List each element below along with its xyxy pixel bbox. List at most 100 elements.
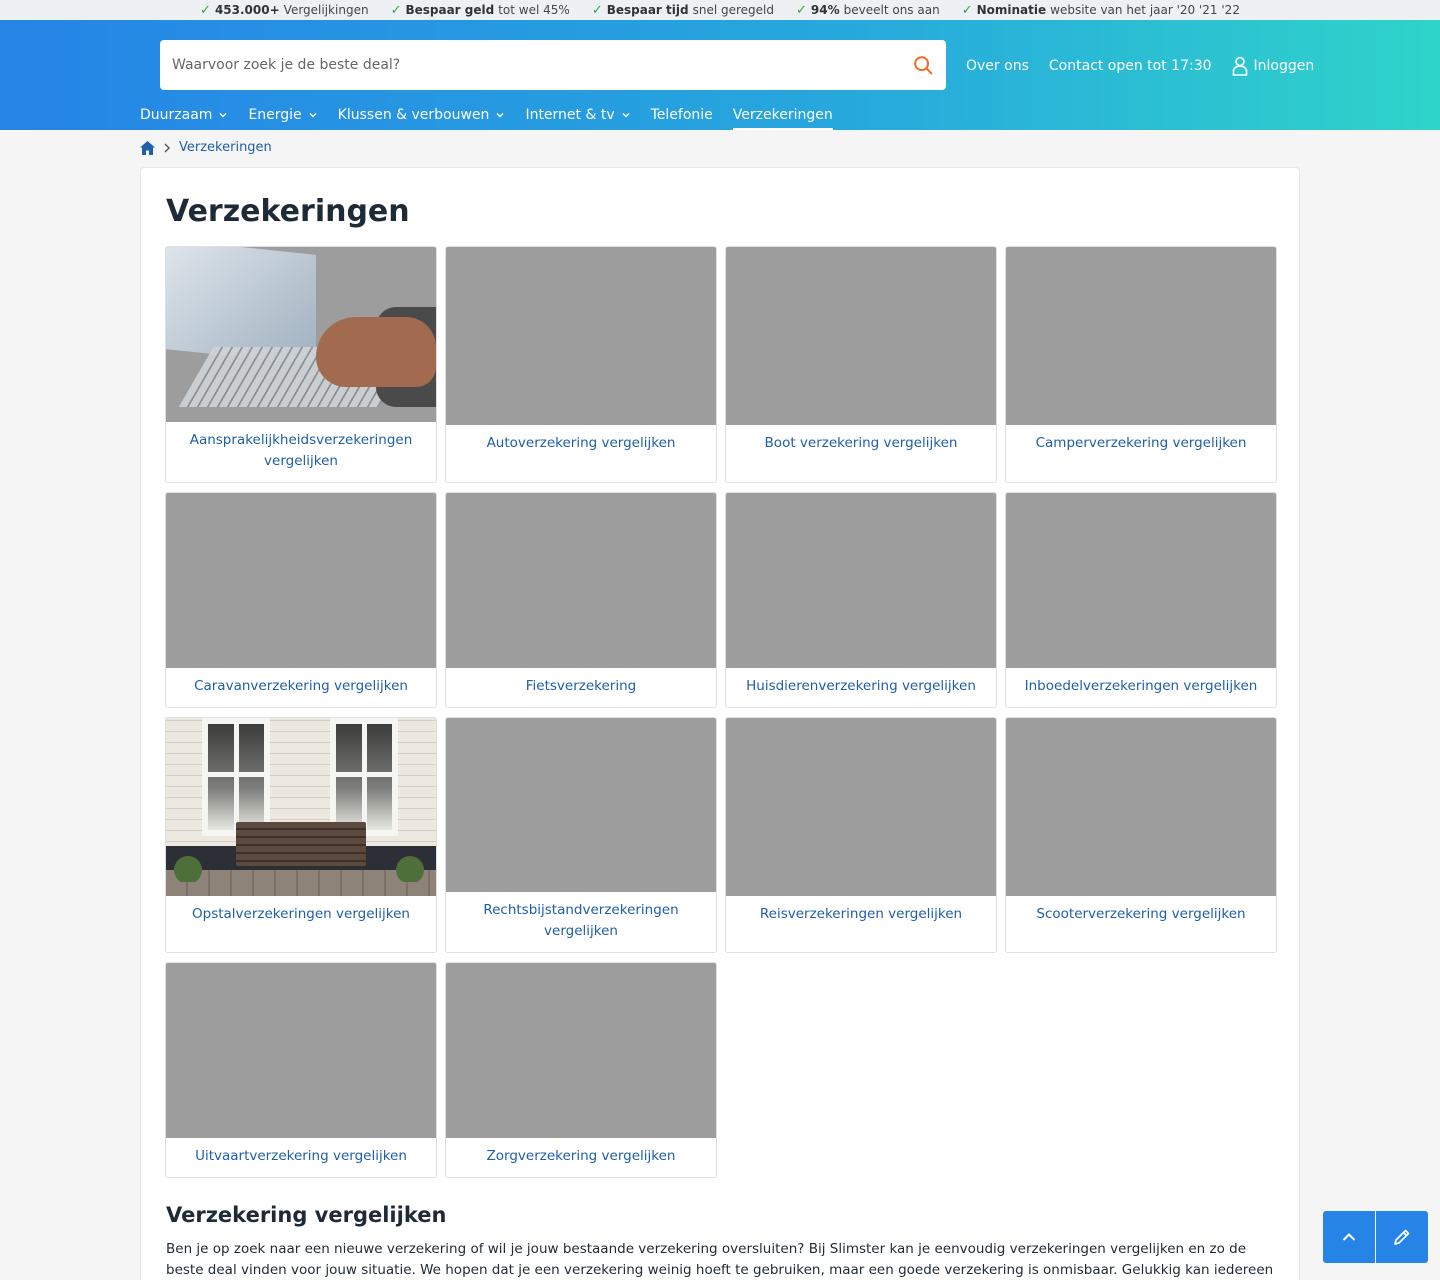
search-input[interactable] xyxy=(172,57,912,73)
nav-item-klussen-verbouwen[interactable]: Klussen & verbouwen xyxy=(338,100,506,130)
check-icon: ✓ xyxy=(796,2,807,18)
usp-item: ✓ 453.000+ Vergelijkingen xyxy=(200,3,369,18)
card-image-placeholder xyxy=(166,963,436,1138)
card-title[interactable]: Rechtsbijstandverzekeringen vergelijken xyxy=(446,892,716,952)
card-title[interactable]: Huisdierenverzekering vergelijken xyxy=(726,668,996,707)
insurance-card[interactable]: Fietsverzekering xyxy=(445,492,717,708)
nav-item-duurzaam[interactable]: Duurzaam xyxy=(140,100,228,130)
edit-button[interactable] xyxy=(1376,1211,1428,1263)
insurance-card[interactable]: Inboedelverzekeringen vergelijken xyxy=(1005,492,1277,708)
site-header: Over ons Contact open tot 17:30 Inloggen… xyxy=(0,20,1440,130)
content-panel: Verzekeringen Aansprakelijkheidsverzeker… xyxy=(140,167,1300,1280)
card-title[interactable]: Boot verzekering vergelijken xyxy=(726,425,996,464)
nav-item-label: Internet & tv xyxy=(525,107,615,123)
usp-item: ✓ Bespaar geld tot wel 45% xyxy=(391,3,570,18)
card-image-laptop xyxy=(166,247,436,422)
card-title[interactable]: Caravanverzekering vergelijken xyxy=(166,668,436,707)
card-image-placeholder xyxy=(726,493,996,668)
chevron-down-icon xyxy=(219,113,227,118)
card-title[interactable]: Scooterverzekering vergelijken xyxy=(1006,896,1276,935)
nav-item-label: Energie xyxy=(248,107,302,123)
card-title[interactable]: Inboedelverzekeringen vergelijken xyxy=(1006,668,1276,707)
usp-text: snel geregeld xyxy=(692,3,774,17)
chevron-up-icon xyxy=(1342,1233,1356,1241)
usp-bold: 453.000+ xyxy=(214,3,280,17)
nav-item-telefonie[interactable]: Telefonie xyxy=(651,100,713,130)
usp-bar: ✓ 453.000+ Vergelijkingen ✓ Bespaar geld tot … xyxy=(0,0,1440,20)
card-image-placeholder xyxy=(1006,247,1276,425)
usp-bold: 94% xyxy=(810,3,840,17)
usp-bold: Nominatie xyxy=(976,3,1047,17)
insurance-grid: Aansprakelijkheidsverzekeringen vergelij… xyxy=(165,246,1277,1187)
card-image-placeholder xyxy=(446,718,716,892)
nav-item-label: Klussen & verbouwen xyxy=(337,107,490,123)
insurance-card[interactable]: Uitvaartverzekering vergelijken xyxy=(165,962,437,1178)
usp-text: tot wel 45% xyxy=(498,3,570,17)
chevron-down-icon xyxy=(309,113,317,118)
insurance-card[interactable]: Huisdierenverzekering vergelijken xyxy=(725,492,997,708)
card-title[interactable]: Reisverzekeringen vergelijken xyxy=(726,896,996,935)
nav-item-label: Verzekeringen xyxy=(732,107,833,123)
usp-text: Vergelijkingen xyxy=(283,3,369,17)
home-icon[interactable] xyxy=(140,140,155,155)
usp-text: beveelt ons aan xyxy=(843,3,940,17)
card-image-placeholder xyxy=(446,493,716,668)
main-nav: Duurzaam Energie Klussen & verbouwen Intern… xyxy=(140,100,833,130)
insurance-card[interactable]: Scooterverzekering vergelijken xyxy=(1005,717,1277,953)
usp-text: website van het jaar '20 '21 '22 xyxy=(1050,3,1240,17)
nav-item-label: Duurzaam xyxy=(140,107,213,123)
card-image-placeholder xyxy=(166,493,436,668)
section-text: Ben je op zoek naar een nieuwe verzekeri… xyxy=(166,1241,1274,1278)
card-image-placeholder xyxy=(446,963,716,1138)
card-title[interactable]: Camperverzekering vergelijken xyxy=(1006,425,1276,464)
insurance-card[interactable]: Rechtsbijstandverzekeringen vergelijken xyxy=(445,717,717,953)
insurance-card[interactable]: Aansprakelijkheidsverzekeringen vergelij… xyxy=(165,246,437,483)
check-icon: ✓ xyxy=(961,2,973,18)
card-title[interactable]: Fietsverzekering xyxy=(446,668,716,707)
check-icon: ✓ xyxy=(591,2,603,18)
chevron-down-icon xyxy=(622,113,630,118)
card-image-placeholder xyxy=(1006,718,1276,896)
chevron-down-icon xyxy=(496,113,504,118)
card-image-placeholder xyxy=(1006,493,1276,668)
insurance-card[interactable]: Caravanverzekering vergelijken xyxy=(165,492,437,708)
card-title[interactable]: Uitvaartverzekering vergelijken xyxy=(166,1138,436,1177)
user-icon xyxy=(1232,56,1247,76)
nav-item-verzekeringen[interactable]: Verzekeringen xyxy=(732,100,833,130)
check-icon: ✓ xyxy=(390,2,402,18)
about-link[interactable]: Over ons xyxy=(966,58,1029,74)
contact-link[interactable]: Contact open tot 17:30 xyxy=(1049,58,1212,74)
card-title[interactable]: Zorgverzekering vergelijken xyxy=(446,1138,716,1177)
insurance-card[interactable]: Boot verzekering vergelijken xyxy=(725,246,997,483)
page-title: Verzekeringen xyxy=(166,194,410,229)
usp-item: ✓ Nominatie website van het jaar '20 '21 '… xyxy=(962,3,1240,18)
breadcrumb-current[interactable]: Verzekeringen xyxy=(179,140,272,155)
card-title[interactable]: Opstalverzekeringen vergelijken xyxy=(166,896,436,935)
scroll-top-button[interactable] xyxy=(1323,1211,1375,1263)
check-icon: ✓ xyxy=(200,2,211,18)
usp-item: ✓ Bespaar tijd snel geregeld xyxy=(592,3,774,18)
insurance-card[interactable]: Opstalverzekeringen vergelijken xyxy=(165,717,437,953)
card-title[interactable]: Autoverzekering vergelijken xyxy=(446,425,716,464)
breadcrumb: Verzekeringen xyxy=(140,140,272,155)
header-links: Over ons Contact open tot 17:30 Inloggen xyxy=(966,56,1314,76)
usp-item: ✓ 94% beveelt ons aan xyxy=(796,3,940,18)
chevron-right-icon xyxy=(164,143,170,152)
insurance-card[interactable]: Reisverzekeringen vergelijken xyxy=(725,717,997,953)
login-link[interactable]: Inloggen xyxy=(1232,56,1315,76)
card-title[interactable]: Aansprakelijkheidsverzekeringen vergelij… xyxy=(166,422,436,482)
insurance-card[interactable]: Autoverzekering vergelijken xyxy=(445,246,717,483)
insurance-card[interactable]: Zorgverzekering vergelijken xyxy=(445,962,717,1178)
section-title: Verzekering vergelijken xyxy=(166,1203,447,1227)
login-label: Inloggen xyxy=(1253,58,1315,74)
card-image-placeholder xyxy=(726,247,996,425)
nav-item-energie[interactable]: Energie xyxy=(248,100,317,130)
search-icon[interactable] xyxy=(912,54,934,76)
nav-item-internet-tv[interactable]: Internet & tv xyxy=(525,100,630,130)
search-bar xyxy=(160,40,946,90)
card-image-placeholder xyxy=(446,247,716,425)
insurance-card[interactable]: Camperverzekering vergelijken xyxy=(1005,246,1277,483)
floating-actions xyxy=(1323,1211,1428,1263)
usp-bold: Bespaar geld xyxy=(405,3,495,17)
card-image-placeholder xyxy=(726,718,996,896)
